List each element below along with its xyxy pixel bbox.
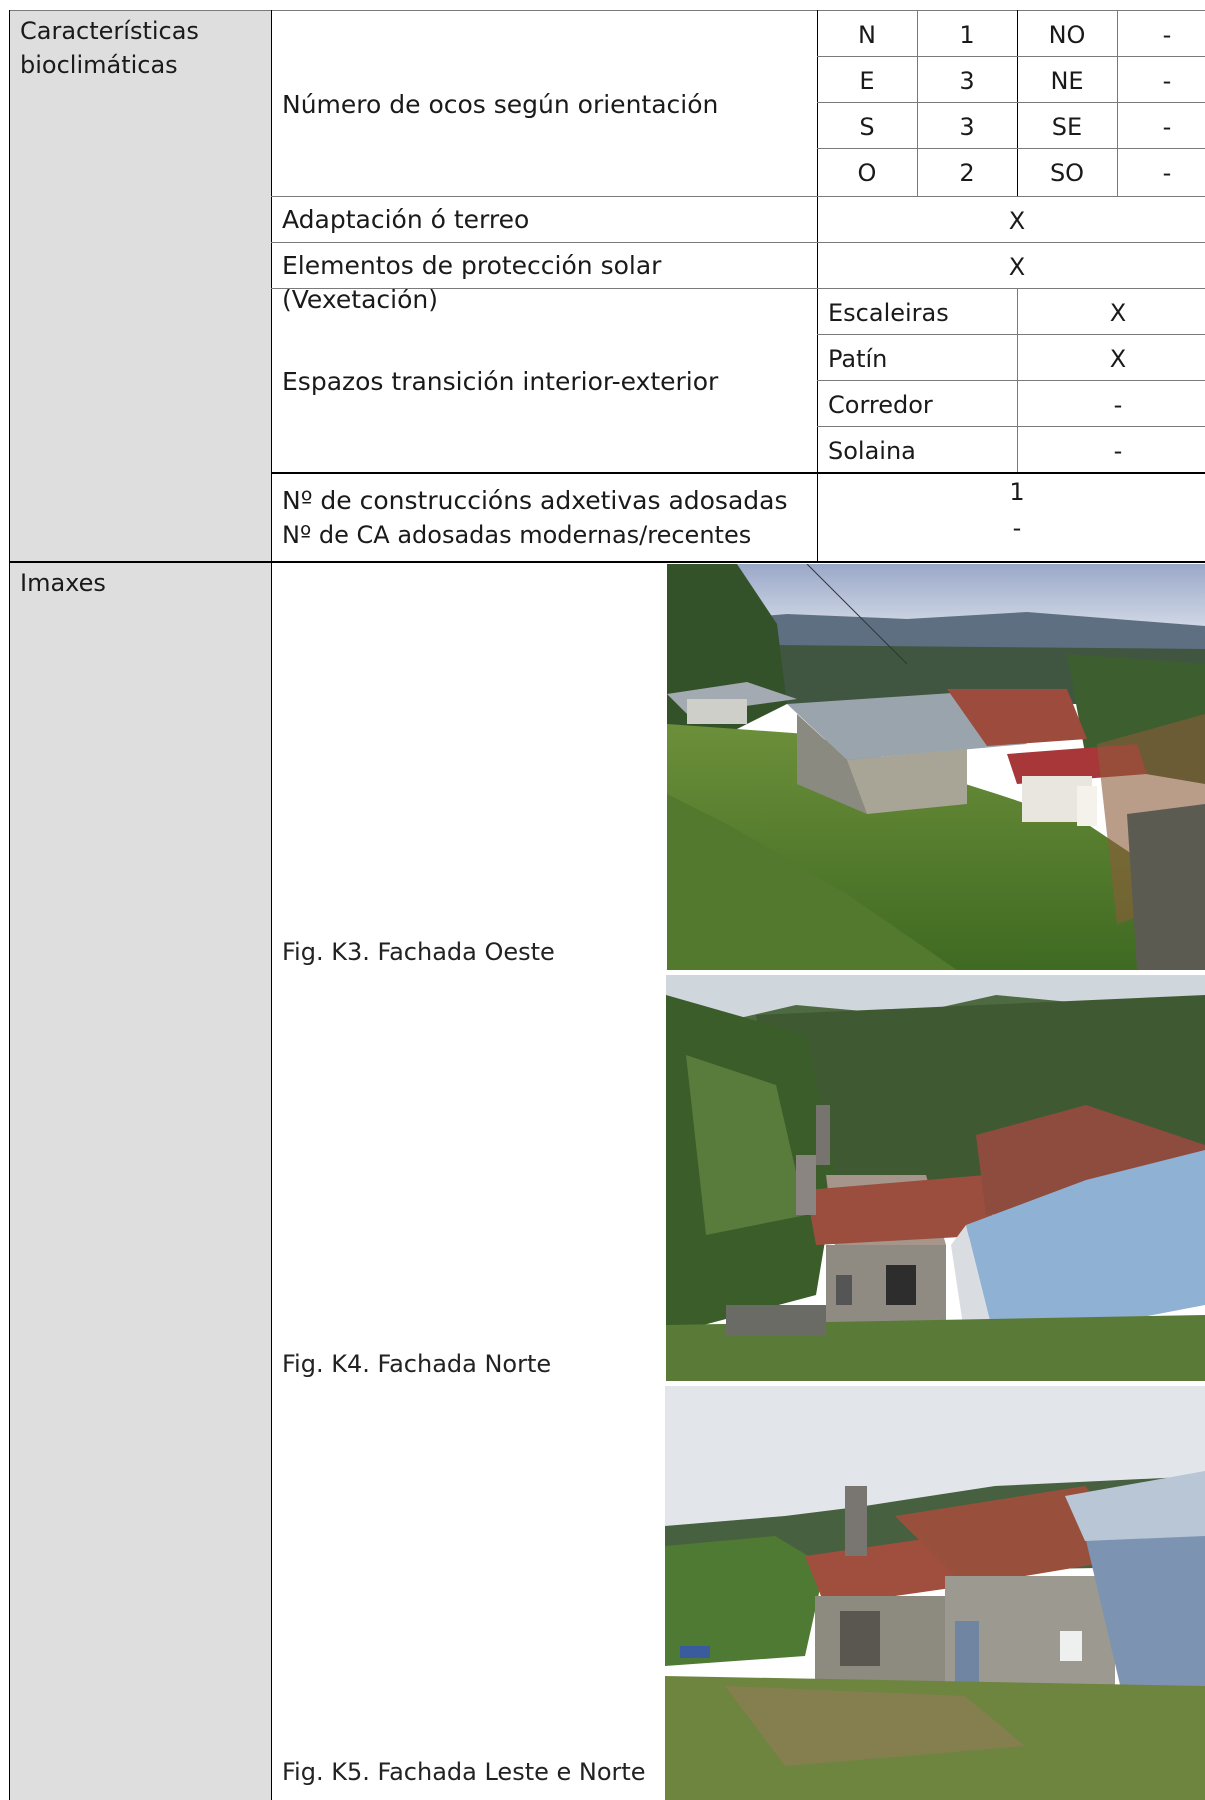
openings-label: Número de ocos según orientación: [282, 90, 719, 119]
section-label-images: Imaxes: [20, 569, 106, 597]
table-border: [9, 10, 10, 1800]
facade-west-photo: [667, 564, 1205, 970]
orientation-cell: N: [858, 21, 876, 49]
grid-line: [1117, 10, 1118, 196]
grid-line: [817, 56, 1205, 57]
row-divider: [271, 242, 1205, 243]
attached-modern-label: Nº de CA adosadas modernas/recentes: [282, 521, 752, 549]
grid-line: [1017, 10, 1018, 196]
grid-line: [917, 10, 918, 196]
openings-count-cell: -: [1162, 67, 1172, 95]
grid-line: [817, 426, 1205, 427]
grid-line: [817, 148, 1205, 149]
openings-grid: N 1 NO - E 3 NE - S 3 SE - O 2 SO -: [817, 12, 1205, 196]
transition-spaces-label: Espazos transición interior-exterior: [282, 367, 719, 396]
figure-caption: Fig. K3. Fachada Oeste: [282, 938, 555, 966]
transition-item-value: X: [1109, 345, 1127, 373]
openings-count-cell: -: [1162, 159, 1172, 187]
label-column: [10, 10, 271, 1800]
solar-protection-value: X: [1008, 253, 1026, 281]
row-divider: [271, 472, 1205, 474]
figure-caption: Fig. K4. Fachada Norte: [282, 1350, 552, 1378]
orientation-cell: E: [859, 67, 875, 95]
section-label-bioclimatic: Características bioclimáticas: [20, 17, 199, 79]
openings-count-cell: -: [1162, 21, 1172, 49]
attached-constructions-value: 1: [1009, 478, 1025, 506]
openings-count-cell: 1: [959, 21, 975, 49]
section-divider: [9, 561, 1205, 563]
facade-north-photo: [666, 975, 1205, 1381]
terrain-value: X: [1008, 207, 1026, 235]
orientation-cell: S: [859, 113, 875, 141]
transition-item-value: -: [1113, 391, 1123, 419]
attached-constructions-label: Nº de construccións adxetivas adosadas: [282, 486, 788, 515]
terrain-label: Adaptación ó terreo: [282, 205, 530, 234]
transition-item-value: -: [1113, 437, 1123, 465]
table-border: [271, 10, 272, 1800]
orientation-cell: NE: [1050, 67, 1084, 95]
table-border: [10, 10, 1205, 11]
openings-count-cell: 3: [959, 113, 975, 141]
facade-east-north-photo: [665, 1386, 1205, 1800]
grid-line: [817, 334, 1205, 335]
transition-item-name: Solaina: [828, 437, 916, 465]
attached-modern-value: -: [1012, 514, 1022, 542]
row-divider: [271, 288, 1205, 289]
grid-line: [817, 102, 1205, 103]
figure-caption: Fig. K5. Fachada Leste e Norte: [282, 1758, 646, 1786]
orientation-cell: SO: [1049, 159, 1085, 187]
orientation-cell: SE: [1051, 113, 1083, 141]
openings-count-cell: 3: [959, 67, 975, 95]
orientation-cell: NO: [1048, 21, 1086, 49]
openings-count-cell: -: [1162, 113, 1172, 141]
transition-item-name: Patín: [828, 345, 888, 373]
orientation-cell: O: [857, 159, 877, 187]
transition-item-name: Escaleiras: [828, 299, 949, 327]
table-border: [817, 10, 818, 562]
transition-item-value: X: [1109, 299, 1127, 327]
row-divider: [271, 196, 1205, 197]
openings-count-cell: 2: [959, 159, 975, 187]
grid-line: [817, 380, 1205, 381]
transition-item-name: Corredor: [828, 391, 933, 419]
solar-protection-label: Elementos de protección solar (Vexetació…: [282, 251, 662, 314]
